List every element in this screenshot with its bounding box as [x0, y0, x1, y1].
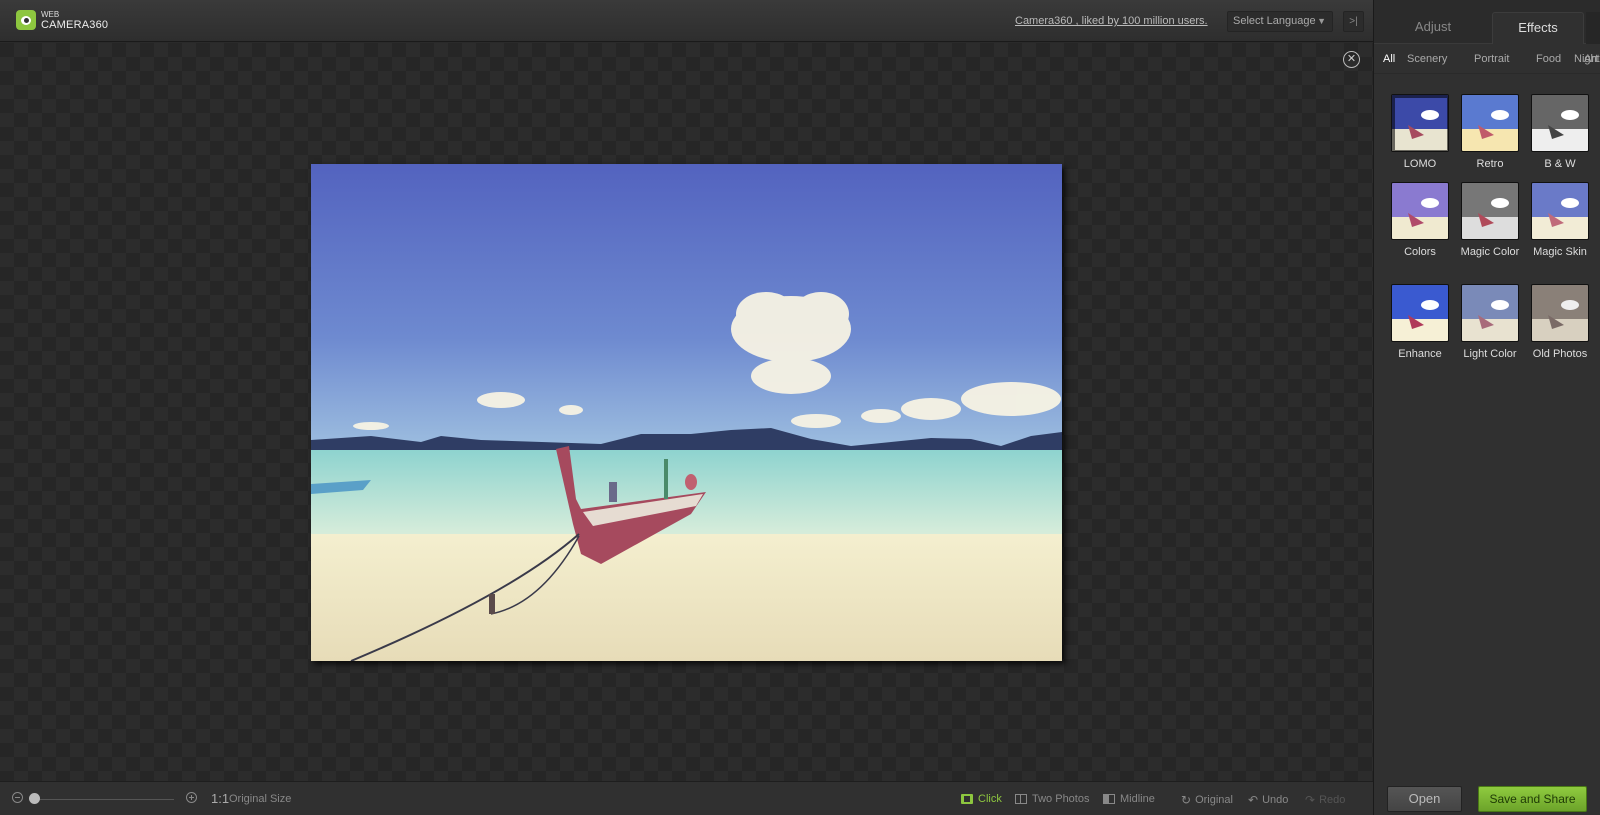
zoom-out-icon[interactable]	[12, 792, 23, 803]
chevron-down-icon: ▼	[1317, 16, 1326, 26]
original-button[interactable]: ↻ Original	[1181, 793, 1233, 807]
effect-light-color[interactable]: Light Color	[1460, 284, 1520, 361]
original-size-label[interactable]: Original Size	[229, 793, 291, 805]
effect-thumbnail	[1531, 94, 1589, 152]
effects-panel: Adjust Effects All Scenery Portrait Food…	[1373, 0, 1600, 815]
actual-size-button[interactable]: 1:1	[211, 791, 229, 806]
effect-thumbnail	[1391, 182, 1449, 240]
effect-categories: All Scenery Portrait Food Night	[1374, 44, 1600, 74]
click-compare-button[interactable]: Click	[961, 793, 1002, 805]
zoom-slider-track[interactable]	[31, 799, 174, 800]
midline-icon	[1103, 794, 1115, 804]
undo-button[interactable]: ↶ Undo	[1248, 793, 1288, 807]
category-art[interactable]: Art	[1584, 53, 1598, 65]
tab-adjust[interactable]: Adjust	[1374, 12, 1492, 44]
language-select-label: Select Language	[1233, 15, 1316, 27]
category-scenery[interactable]: Scenery	[1407, 53, 1447, 65]
effect-enhance[interactable]: Enhance	[1390, 284, 1450, 361]
effect-colors[interactable]: Colors	[1390, 182, 1450, 259]
effect-bw[interactable]: B & W	[1530, 94, 1590, 171]
photo-preview[interactable]	[311, 164, 1062, 661]
reset-icon: ↻	[1181, 793, 1192, 807]
effect-magic-skin[interactable]: Magic Skin	[1530, 182, 1590, 259]
effect-magic-color[interactable]: Magic Color	[1460, 182, 1520, 259]
close-icon: ✕	[1346, 53, 1357, 65]
bottom-toolbar: 1:1 Original Size Click Two Photos Midli…	[0, 781, 1373, 815]
collapse-panel-button[interactable]: >|	[1343, 11, 1364, 32]
effect-lomo[interactable]: LOMO	[1390, 94, 1450, 171]
logo-brand-text: CAMERA360	[41, 19, 109, 31]
effect-thumbnail	[1461, 94, 1519, 152]
click-compare-icon	[961, 794, 973, 804]
tagline-link[interactable]: Camera360 , liked by 100 million users.	[1015, 15, 1208, 27]
effect-thumbnail	[1461, 284, 1519, 342]
save-and-share-button[interactable]: Save and Share	[1478, 786, 1587, 812]
close-photo-button[interactable]: ✕	[1343, 51, 1360, 68]
effect-thumbnail	[1391, 284, 1449, 342]
collapse-right-icon: >|	[1349, 16, 1358, 27]
logo: WEB CAMERA360	[16, 10, 109, 31]
category-food[interactable]: Food	[1536, 53, 1561, 65]
effect-thumbnail	[1531, 284, 1589, 342]
panel-tabs: Adjust Effects	[1374, 0, 1600, 44]
effect-thumbnail	[1461, 182, 1519, 240]
tab-effects[interactable]: Effects	[1492, 12, 1584, 44]
beach-photo	[311, 164, 1062, 661]
app-window: WEB CAMERA360 Camera360 , liked by 100 m…	[0, 0, 1600, 815]
category-portrait[interactable]: Portrait	[1474, 53, 1509, 65]
zoom-slider-thumb[interactable]	[29, 793, 40, 804]
effect-retro[interactable]: Retro	[1460, 94, 1520, 171]
two-photos-button[interactable]: Two Photos	[1015, 793, 1089, 805]
effect-old-photos[interactable]: Old Photos	[1530, 284, 1590, 361]
top-bar: WEB CAMERA360 Camera360 , liked by 100 m…	[0, 0, 1373, 42]
redo-icon: ↷	[1305, 793, 1316, 807]
open-button[interactable]: Open	[1387, 786, 1462, 812]
redo-button[interactable]: ↷ Redo	[1305, 793, 1345, 807]
category-all[interactable]: All	[1383, 53, 1395, 65]
midline-button[interactable]: Midline	[1103, 793, 1155, 805]
language-select[interactable]: Select Language ▼	[1227, 11, 1333, 32]
effect-thumbnail	[1391, 94, 1449, 152]
undo-icon: ↶	[1248, 793, 1259, 807]
camera360-logo-icon	[16, 10, 36, 30]
two-photos-icon	[1015, 794, 1027, 804]
effect-thumbnail	[1531, 182, 1589, 240]
zoom-in-icon[interactable]	[186, 792, 197, 803]
